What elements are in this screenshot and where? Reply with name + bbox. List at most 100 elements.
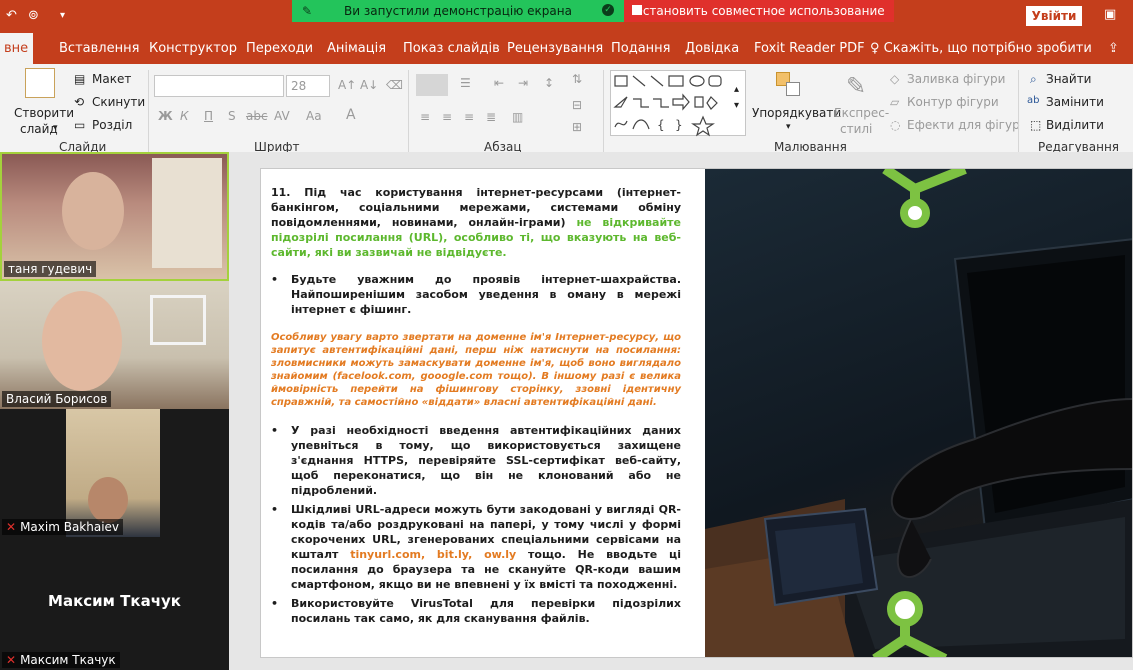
quick-styles-label-1[interactable]: Експрес- [834, 106, 889, 120]
participant-tile[interactable]: ✕ Maxim Bakhaiev [0, 409, 229, 537]
new-slide-dropdown-icon[interactable]: ▾ [53, 123, 58, 133]
shape-effects-button[interactable]: Ефекти для фігур [907, 118, 1020, 132]
bullet-text: Будьте уважним до проявів інтернет-шахра… [291, 273, 681, 316]
select-button[interactable]: Виділити [1046, 118, 1104, 132]
shadow-button[interactable]: S [228, 109, 236, 123]
quick-styles-label-2[interactable]: стилі [840, 122, 872, 136]
slide-canvas[interactable]: 11. Під час користування інтернет-ресурс… [260, 168, 1133, 658]
mic-muted-icon: ✕ [6, 653, 17, 667]
line-spacing-icon[interactable]: ↕ [544, 76, 554, 90]
sign-in-button[interactable]: Увійти [1026, 6, 1082, 26]
layout-button[interactable]: Макет [92, 72, 131, 86]
undo-icon[interactable]: ↶ [6, 8, 17, 23]
align-left-icon[interactable]: ≡ [420, 110, 430, 124]
bullet-text: Шкідливі URL-адреси можуть бути закодова… [291, 502, 681, 592]
shapes-gallery[interactable]: { } [610, 70, 746, 137]
participant-tile[interactable]: Власий Борисов [0, 281, 229, 409]
reset-button[interactable]: Скинути [92, 95, 145, 109]
decrease-font-icon[interactable]: A↓ [360, 78, 378, 92]
justify-icon[interactable]: ≣ [486, 110, 496, 124]
stop-icon [632, 5, 642, 15]
participant-name: ✕ Maxim Bakhaiev [2, 519, 124, 535]
customize-quick-access-icon[interactable]: ▾ [60, 10, 65, 21]
align-right-icon[interactable]: ≡ [464, 110, 474, 124]
stop-share-button[interactable]: Остановить совместное использование [624, 0, 894, 22]
tab-design[interactable]: Конструктор [149, 33, 237, 64]
group-divider [603, 70, 604, 154]
font-name-input[interactable] [154, 75, 284, 97]
shape-effects-icon[interactable]: ◌ [890, 118, 900, 132]
align-center-icon[interactable]: ≡ [442, 110, 452, 124]
bullet-icon: • [271, 597, 279, 610]
participant-display-name: Максим Ткачук [48, 592, 181, 610]
increase-indent-icon[interactable]: ⇥ [518, 76, 528, 90]
shape-fill-icon[interactable]: ◇ [890, 72, 899, 86]
presentation-from-start-icon[interactable]: ⊚ [28, 8, 39, 23]
quick-styles-icon[interactable]: ✎ [846, 72, 866, 100]
find-icon[interactable]: ⌕ [1030, 72, 1037, 87]
arrange-dropdown-icon[interactable]: ▾ [786, 122, 791, 132]
align-text-icon[interactable]: ⊟ [572, 98, 582, 112]
tab-transitions[interactable]: Переходи [246, 33, 313, 64]
tell-me-search[interactable]: ♀ Скажіть, що потрібно зробити [870, 33, 1092, 64]
section-icon[interactable]: ▭ [74, 118, 85, 132]
shape-fill-button[interactable]: Заливка фігури [907, 72, 1005, 86]
text-direction-icon[interactable]: ⇅ [572, 72, 582, 86]
increase-font-icon[interactable]: A↑ [338, 78, 356, 92]
share-icon[interactable]: ⇪ [1108, 33, 1119, 64]
tab-animations[interactable]: Анімація [327, 33, 386, 64]
tab-review[interactable]: Рецензування [507, 33, 603, 64]
replace-button[interactable]: Замінити [1046, 95, 1104, 109]
illustration-drawing [705, 169, 1132, 657]
replace-icon[interactable]: ab [1027, 95, 1039, 106]
char-spacing-button[interactable]: AV [274, 109, 290, 123]
shield-check-icon: ✓ [602, 4, 614, 16]
participant-tile[interactable]: Максим Ткачук ✕ Максим Ткачук [0, 537, 229, 670]
new-slide-label-1[interactable]: Створити [14, 106, 74, 120]
participants-panel: таня гудевич Власий Борисов ✕ Maxim Bakha… [0, 152, 229, 670]
layout-icon[interactable]: ▤ [74, 72, 85, 86]
columns-icon[interactable]: ▥ [512, 110, 523, 124]
tab-slide-show[interactable]: Показ слайдів [403, 33, 500, 64]
tab-foxit[interactable]: Foxit Reader PDF [754, 33, 865, 64]
font-size-input[interactable]: 28 [286, 75, 330, 97]
title-bar: ↶ ⊚ ▾ ✎ Ви запустили демонстрацію екрана… [0, 0, 1133, 33]
group-divider [1018, 70, 1019, 154]
arrange-button[interactable]: Упорядкувати [752, 106, 841, 120]
ribbon-display-options-icon[interactable]: ▣ [1104, 7, 1116, 22]
select-icon[interactable]: ⬚ [1030, 118, 1041, 132]
clear-formatting-icon[interactable]: ⌫ [386, 78, 403, 92]
tab-home[interactable]: вне [0, 33, 34, 64]
smartart-icon[interactable]: ⊞ [572, 120, 582, 134]
bullets-icon[interactable] [416, 74, 448, 96]
decrease-indent-icon[interactable]: ⇤ [494, 76, 504, 90]
find-button[interactable]: Знайти [1046, 72, 1091, 86]
section-button[interactable]: Розділ [92, 118, 132, 132]
slide-text-block[interactable]: 11. Під час користування інтернет-ресурс… [271, 185, 681, 626]
underline-button[interactable]: П [204, 109, 213, 123]
group-divider [148, 70, 149, 154]
bold-button[interactable]: Ж [158, 109, 173, 123]
font-color-icon[interactable]: A [346, 107, 356, 123]
slide-paragraph-1: 11. Під час користування інтернет-ресурс… [271, 185, 681, 260]
tab-help[interactable]: Довідка [685, 33, 739, 64]
arrange-icon[interactable] [776, 72, 802, 98]
strikethrough-button[interactable]: abc [246, 109, 268, 123]
ribbon: Створити слайд ▾ ▤ Макет ⟲ Скинути ▭ Роз… [0, 64, 1133, 154]
tab-insert[interactable]: Вставлення [59, 33, 139, 64]
shape-outline-icon[interactable]: ▱ [890, 95, 899, 109]
bullet-icon: • [271, 503, 279, 516]
participant-name-text: Maxim Bakhaiev [20, 520, 120, 534]
tab-view[interactable]: Подання [611, 33, 671, 64]
change-case-button[interactable]: Aa [306, 109, 322, 123]
shapes-scroll-up-icon[interactable]: ▴ [734, 84, 739, 95]
lightbulb-icon: ♀ [870, 41, 880, 56]
italic-button[interactable]: К [180, 109, 189, 123]
numbering-icon[interactable]: ☰ [460, 76, 471, 90]
new-slide-icon[interactable] [25, 68, 55, 98]
shape-outline-button[interactable]: Контур фігури [907, 95, 999, 109]
shapes-more-icon[interactable]: ▾ [734, 100, 739, 111]
participant-name: Власий Борисов [2, 391, 112, 407]
participant-tile[interactable]: таня гудевич [0, 152, 229, 281]
reset-icon[interactable]: ⟲ [74, 95, 84, 109]
